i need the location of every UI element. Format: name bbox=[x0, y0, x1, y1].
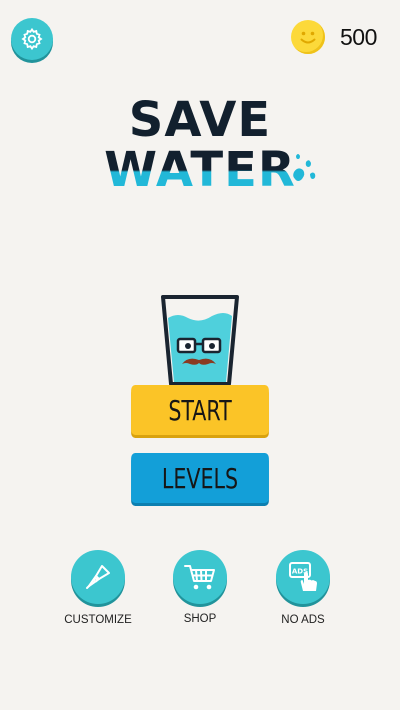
smiley-coin-icon bbox=[291, 20, 325, 54]
no-ads-label: NO ADS bbox=[281, 614, 325, 626]
start-button[interactable]: START bbox=[131, 385, 269, 435]
no-ads-button[interactable]: ADS bbox=[276, 550, 330, 604]
settings-button[interactable] bbox=[11, 18, 53, 60]
customize-label: CUSTOMIZE bbox=[64, 614, 132, 626]
gear-icon bbox=[21, 27, 43, 51]
levels-button[interactable]: LEVELS bbox=[131, 453, 269, 503]
coin-count: 500 bbox=[340, 24, 377, 50]
shopping-cart-icon bbox=[184, 565, 215, 590]
water-splash-icon bbox=[293, 154, 316, 181]
pen-nib-icon bbox=[86, 565, 110, 589]
shop-button[interactable] bbox=[173, 550, 227, 604]
customize-button[interactable] bbox=[71, 550, 125, 604]
shop-label: SHOP bbox=[183, 613, 217, 625]
logo-line-save: SAVE bbox=[128, 92, 272, 148]
glass-with-mustache-icon bbox=[161, 295, 239, 386]
ads-tap-icon: ADS bbox=[289, 562, 317, 591]
